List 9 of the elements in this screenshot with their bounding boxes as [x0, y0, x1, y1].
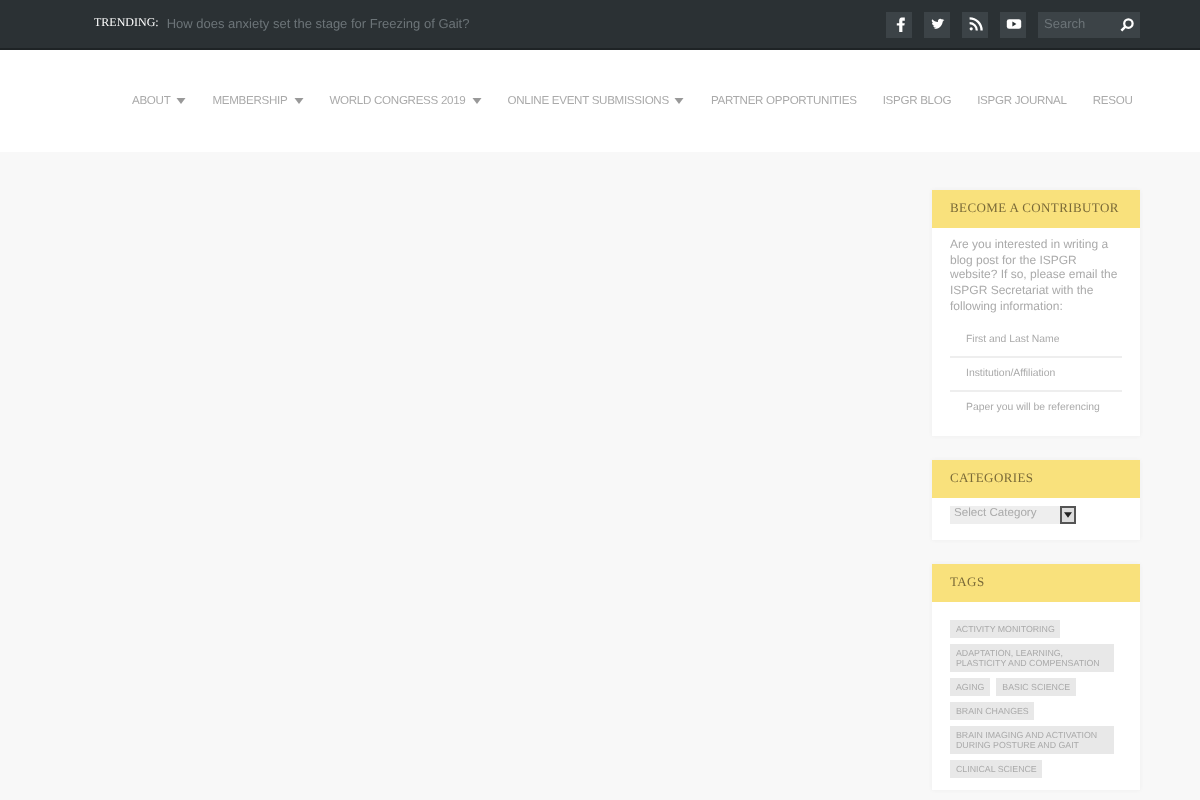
caret-icon: [471, 98, 482, 104]
youtube-icon[interactable]: [1000, 11, 1026, 37]
caret-icon: [176, 98, 187, 104]
twitter-icon[interactable]: [924, 11, 950, 37]
rss-icon[interactable]: [962, 11, 988, 37]
facebook-icon[interactable]: [886, 11, 912, 37]
caret-icon: [674, 98, 685, 104]
search-icon[interactable]: [1120, 17, 1134, 31]
caret-icon: [293, 98, 304, 104]
